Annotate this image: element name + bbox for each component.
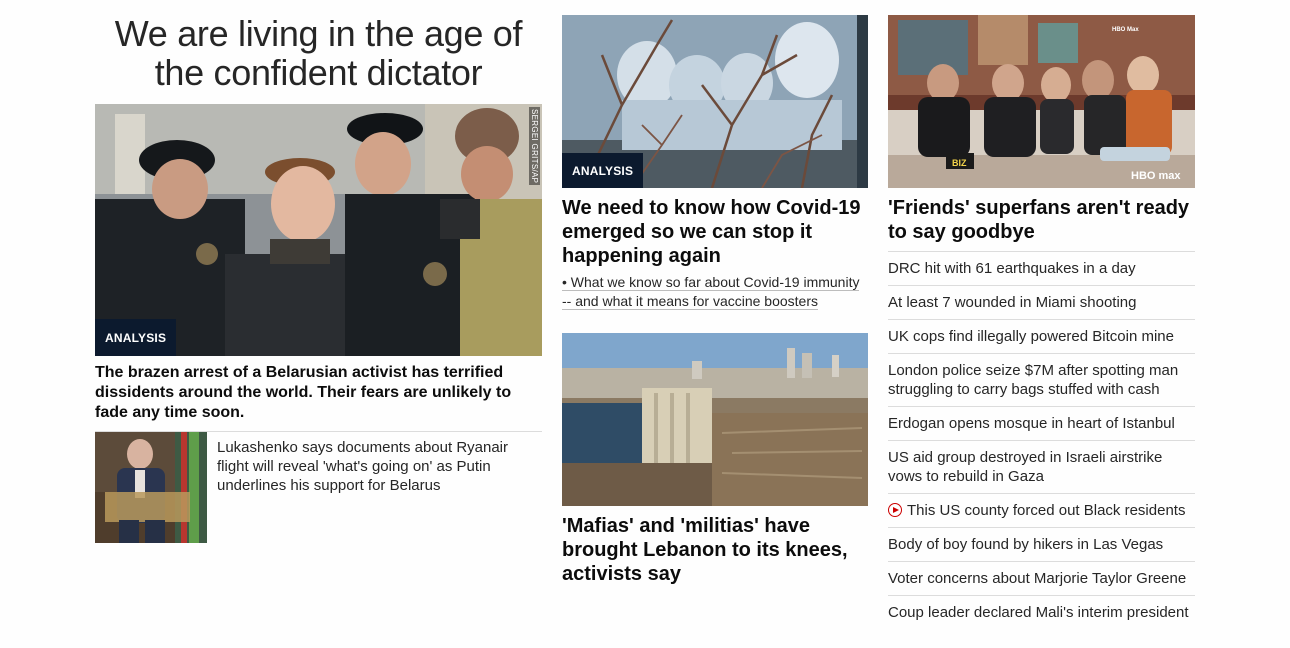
list-item[interactable]: UK cops find illegally powered Bitcoin m… bbox=[888, 320, 1195, 354]
covid-related-link-text[interactable]: • What we know so far about Covid-19 imm… bbox=[562, 274, 860, 310]
related-story-text[interactable]: Lukashenko says documents about Ryanair … bbox=[217, 438, 542, 543]
friends-story-image[interactable]: BIZ HBO max HBO Max bbox=[888, 15, 1195, 188]
list-item-text[interactable]: DRC hit with 61 earthquakes in a day bbox=[888, 260, 1136, 277]
friends-photo: BIZ HBO max HBO Max bbox=[888, 15, 1195, 188]
play-video-icon bbox=[888, 503, 902, 517]
list-item-text[interactable]: Coup leader declared Mali's interim pres… bbox=[888, 604, 1189, 621]
analysis-badge: ANALYSIS bbox=[95, 319, 177, 356]
middle-column: ANALYSIS We need to know how Covid-19 em… bbox=[562, 0, 868, 586]
list-item[interactable]: DRC hit with 61 earthquakes in a day bbox=[888, 252, 1195, 286]
lebanon-photo bbox=[562, 333, 868, 506]
list-item[interactable]: Body of boy found by hikers in Las Vegas bbox=[888, 528, 1195, 562]
list-item[interactable]: Coup leader declared Mali's interim pres… bbox=[888, 596, 1195, 629]
list-item-text[interactable]: This US county forced out Black resident… bbox=[907, 502, 1185, 519]
lebanon-story-image[interactable] bbox=[562, 333, 868, 506]
list-item-text[interactable]: Erdogan opens mosque in heart of Istanbu… bbox=[888, 415, 1175, 432]
sign-text: BIZ bbox=[952, 158, 967, 168]
list-item[interactable]: Voter concerns about Marjorie Taylor Gre… bbox=[888, 562, 1195, 596]
covid-story-image[interactable]: ANALYSIS bbox=[562, 15, 868, 188]
covid-story-headline[interactable]: We need to know how Covid-19 emerged so … bbox=[562, 196, 868, 268]
list-item[interactable]: London police seize $7M after spotting m… bbox=[888, 354, 1195, 407]
headline-list: DRC hit with 61 earthquakes in a day At … bbox=[888, 251, 1195, 629]
right-column: BIZ HBO max HBO Max 'Friends' superfans … bbox=[888, 0, 1195, 629]
related-story-thumbnail[interactable] bbox=[95, 432, 207, 543]
lead-story-text[interactable]: The brazen arrest of a Belarusian activi… bbox=[95, 363, 542, 423]
list-item[interactable]: US aid group destroyed in Israeli airstr… bbox=[888, 441, 1195, 494]
list-item-text[interactable]: US aid group destroyed in Israeli airstr… bbox=[888, 449, 1162, 485]
list-item[interactable]: At least 7 wounded in Miami shooting bbox=[888, 286, 1195, 320]
list-item-text[interactable]: Voter concerns about Marjorie Taylor Gre… bbox=[888, 570, 1186, 587]
list-item-text[interactable]: London police seize $7M after spotting m… bbox=[888, 362, 1178, 398]
list-item-text[interactable]: Body of boy found by hikers in Las Vegas bbox=[888, 536, 1163, 553]
photo-credit: SERGEI GRITS/AP bbox=[529, 107, 540, 186]
lebanon-story-headline[interactable]: 'Mafias' and 'militias' have brought Leb… bbox=[562, 514, 868, 586]
related-story[interactable]: Lukashenko says documents about Ryanair … bbox=[95, 432, 542, 543]
related-photo bbox=[95, 432, 207, 543]
friends-story-headline[interactable]: 'Friends' superfans aren't ready to say … bbox=[888, 196, 1195, 244]
list-item-text[interactable]: UK cops find illegally powered Bitcoin m… bbox=[888, 328, 1174, 345]
main-story-title[interactable]: We are living in the age of the confiden… bbox=[95, 14, 542, 92]
covid-related-link[interactable]: • What we know so far about Covid-19 imm… bbox=[562, 273, 868, 311]
list-item-video[interactable]: This US county forced out Black resident… bbox=[888, 494, 1195, 528]
list-item[interactable]: Erdogan opens mosque in heart of Istanbu… bbox=[888, 407, 1195, 441]
list-item-text[interactable]: At least 7 wounded in Miami shooting bbox=[888, 294, 1136, 311]
main-story-column: We are living in the age of the confiden… bbox=[95, 0, 542, 543]
lead-image[interactable]: SERGEI GRITS/AP ANALYSIS bbox=[95, 104, 542, 356]
hbomax-watermark: HBO max bbox=[1131, 170, 1181, 182]
hbomax-corner-tag: HBO Max bbox=[1112, 27, 1139, 33]
analysis-badge: ANALYSIS bbox=[562, 153, 644, 188]
